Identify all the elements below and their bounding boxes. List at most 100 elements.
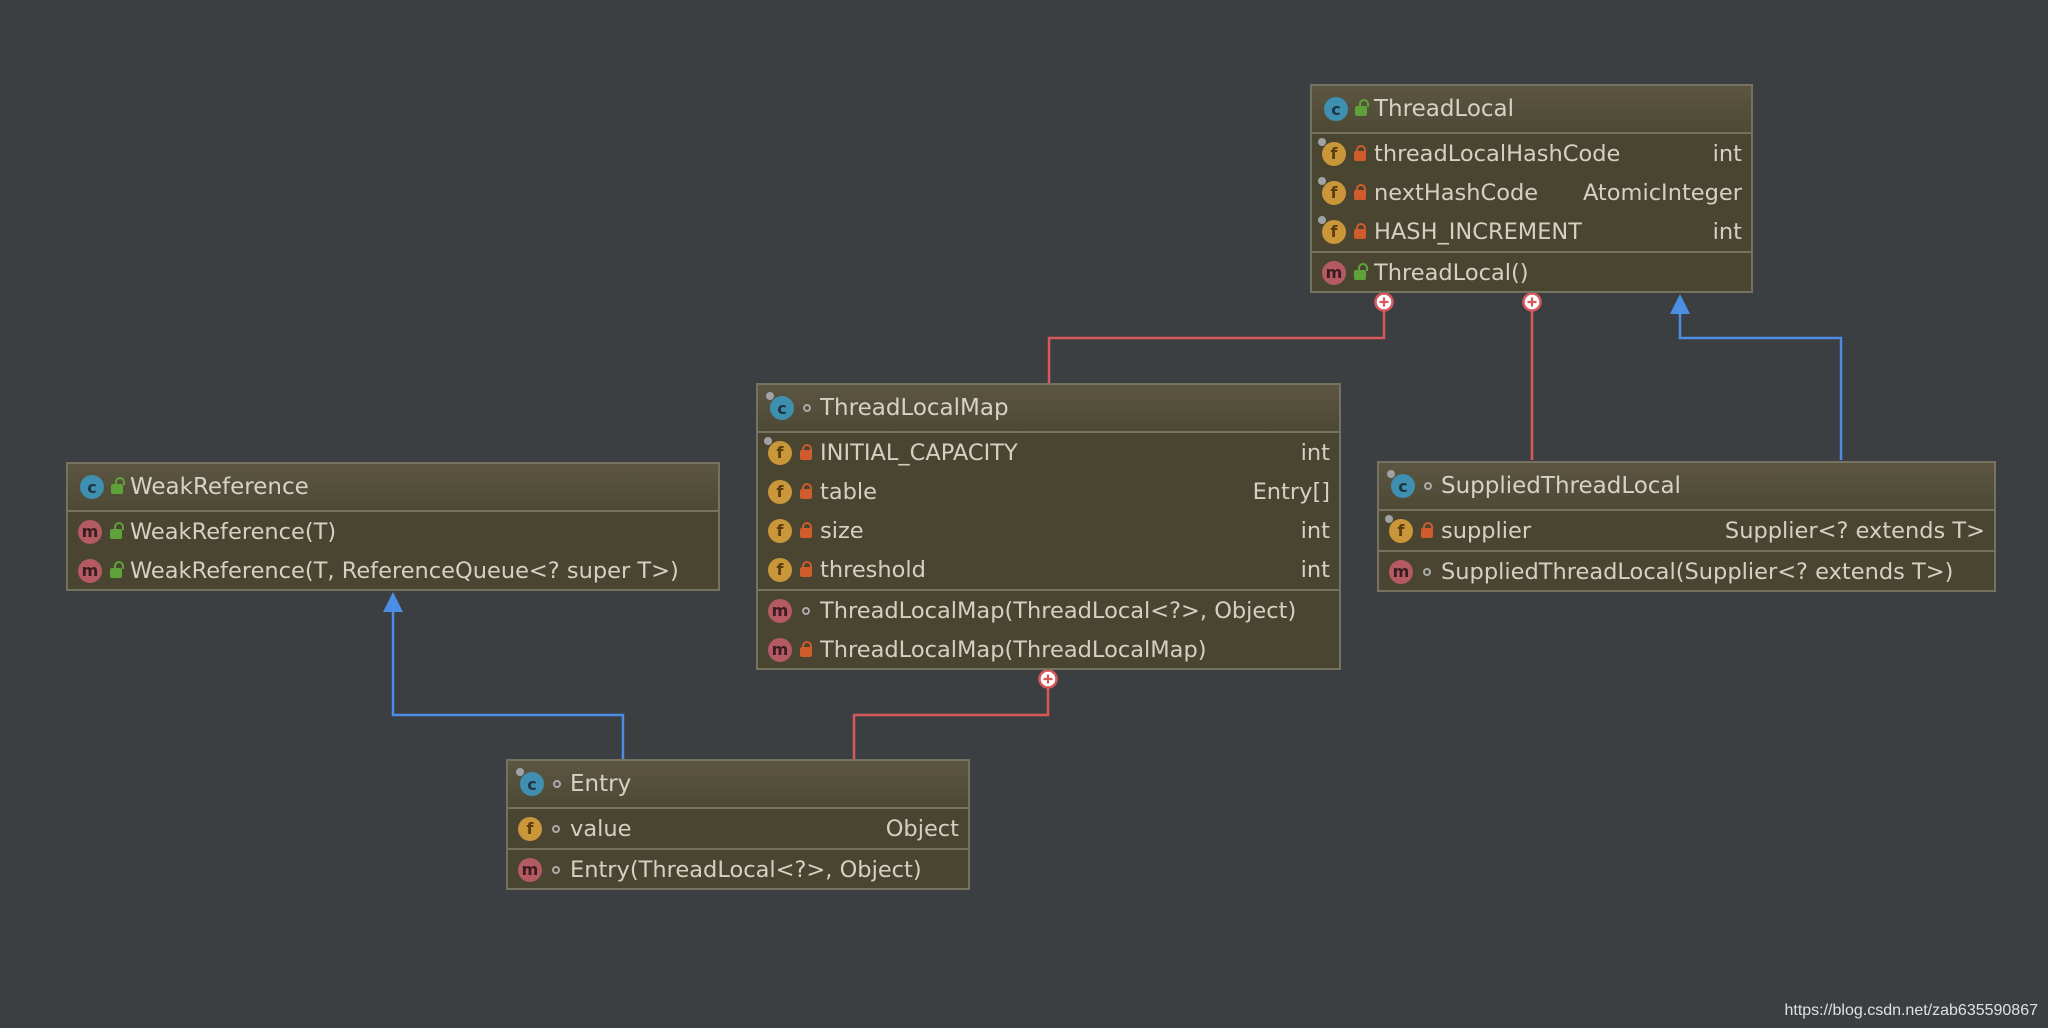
field-row[interactable]: f value Object: [508, 809, 968, 848]
field-icon: f: [1318, 176, 1346, 205]
method-signature: ThreadLocalMap(ThreadLocalMap): [820, 636, 1207, 663]
circle-icon: [552, 865, 560, 874]
field-type: Supplier<? extends T>: [1724, 517, 1985, 544]
unlock-icon: [110, 560, 124, 578]
field-name: supplier: [1441, 517, 1532, 544]
class-header: c ThreadLocalMap: [758, 385, 1339, 433]
fields-section: f supplier Supplier<? extends T>: [1379, 511, 1994, 550]
field-row[interactable]: f nextHashCode AtomicInteger: [1312, 173, 1751, 212]
inner-class-line-threadlocalmap: [1047, 302, 1386, 384]
lock-icon: [800, 521, 812, 538]
field-row[interactable]: f threadLocalHashCode int: [1312, 134, 1751, 173]
methods-section: m WeakReference(T) m WeakReference(T, Re…: [68, 512, 718, 590]
class-box-threadlocalmap[interactable]: c ThreadLocalMap f INITIAL_CAPACITY int …: [756, 383, 1341, 670]
lock-icon: [1354, 222, 1366, 239]
method-icon: m: [518, 857, 542, 882]
field-row[interactable]: f table Entry[]: [758, 472, 1339, 511]
field-name: threshold: [820, 556, 926, 583]
lock-icon: [1354, 183, 1366, 200]
inner-class-line-entry: [852, 679, 1050, 759]
extends-arrowhead-weakreference: [383, 592, 403, 612]
circle-icon: [803, 404, 811, 412]
field-icon: f: [1318, 137, 1346, 166]
extends-line-entry: [391, 610, 625, 759]
class-name: SuppliedThreadLocal: [1441, 473, 1681, 499]
field-icon: f: [518, 816, 542, 841]
lock-icon: [1354, 144, 1366, 161]
methods-section: m SuppliedThreadLocal(Supplier<? extends…: [1379, 550, 1994, 591]
methods-section: m ThreadLocal(): [1312, 251, 1751, 292]
inner-class-marker-threadlocal-2: [1522, 292, 1542, 312]
method-row[interactable]: m WeakReference(T): [68, 512, 718, 551]
field-name: size: [820, 517, 864, 544]
watermark-url: https://blog.csdn.net/zab635590867: [1784, 1002, 2038, 1019]
class-name: ThreadLocalMap: [820, 395, 1009, 421]
method-row[interactable]: m ThreadLocalMap(ThreadLocal<?>, Object): [758, 591, 1339, 630]
field-row[interactable]: f size int: [758, 511, 1339, 550]
class-icon: c: [1324, 97, 1348, 121]
class-box-suppliedthreadlocal[interactable]: c SuppliedThreadLocal f supplier Supplie…: [1377, 461, 1996, 592]
class-name: WeakReference: [130, 474, 309, 500]
lock-icon: [800, 560, 812, 577]
class-box-weakreference[interactable]: c WeakReference m WeakReference(T) m Wea…: [66, 462, 720, 591]
field-type: int: [1712, 218, 1742, 245]
field-type: Object: [885, 815, 959, 842]
field-row[interactable]: f INITIAL_CAPACITY int: [758, 433, 1339, 472]
field-icon: f: [1385, 514, 1413, 543]
class-name: Entry: [570, 771, 632, 797]
class-icon: c: [766, 392, 794, 420]
circle-icon: [553, 780, 561, 788]
field-name: threadLocalHashCode: [1374, 140, 1621, 167]
method-signature: WeakReference(T): [130, 518, 337, 545]
field-type: int: [1300, 439, 1330, 466]
method-row[interactable]: m ThreadLocal(): [1312, 253, 1751, 292]
field-row[interactable]: f HASH_INCREMENT int: [1312, 212, 1751, 251]
lock-icon: [1421, 521, 1433, 538]
class-header: c ThreadLocal: [1312, 86, 1751, 134]
field-type: int: [1712, 140, 1742, 167]
method-row[interactable]: m Entry(ThreadLocal<?>, Object): [508, 850, 968, 889]
method-signature: SuppliedThreadLocal(Supplier<? extends T…: [1441, 558, 1954, 585]
field-name: HASH_INCREMENT: [1374, 218, 1582, 245]
method-icon: m: [1389, 559, 1413, 584]
method-signature: Entry(ThreadLocal<?>, Object): [570, 856, 922, 883]
class-name: ThreadLocal: [1374, 96, 1515, 122]
class-header: c Entry: [508, 761, 968, 809]
class-box-threadlocal[interactable]: c ThreadLocal f threadLocalHashCode int …: [1310, 84, 1753, 293]
lock-icon: [800, 443, 812, 460]
circle-icon: [1424, 482, 1432, 490]
fields-section: f threadLocalHashCode int f nextHashCode…: [1312, 134, 1751, 251]
method-row[interactable]: m ThreadLocalMap(ThreadLocalMap): [758, 630, 1339, 669]
class-header: c SuppliedThreadLocal: [1379, 463, 1994, 511]
method-icon: m: [78, 558, 102, 583]
methods-section: m ThreadLocalMap(ThreadLocal<?>, Object)…: [758, 589, 1339, 669]
fields-section: f value Object: [508, 809, 968, 848]
field-row[interactable]: f threshold int: [758, 550, 1339, 589]
class-icon: c: [80, 475, 104, 499]
lock-icon: [800, 640, 812, 657]
field-type: int: [1300, 556, 1330, 583]
class-header: c WeakReference: [68, 464, 718, 512]
unlock-icon: [1354, 262, 1368, 280]
circle-icon: [802, 606, 810, 615]
class-box-entry[interactable]: c Entry f value Object m Entry(ThreadLoc…: [506, 759, 970, 890]
method-icon: m: [768, 637, 792, 662]
inner-class-marker-threadlocalmap: [1038, 669, 1058, 689]
field-name: INITIAL_CAPACITY: [820, 439, 1018, 466]
method-signature: ThreadLocal(): [1374, 259, 1529, 286]
method-row[interactable]: m SuppliedThreadLocal(Supplier<? extends…: [1379, 552, 1994, 591]
field-row[interactable]: f supplier Supplier<? extends T>: [1379, 511, 1994, 550]
unlock-icon: [1355, 99, 1369, 116]
inner-class-marker-threadlocal-1: [1374, 292, 1394, 312]
field-name: table: [820, 478, 877, 505]
method-icon: m: [1322, 260, 1346, 285]
field-name: value: [570, 815, 632, 842]
circle-icon: [1423, 567, 1431, 576]
lock-icon: [800, 482, 812, 499]
field-name: nextHashCode: [1374, 179, 1539, 206]
fields-section: f INITIAL_CAPACITY int f table Entry[] f…: [758, 433, 1339, 589]
unlock-icon: [110, 521, 124, 539]
circle-icon: [552, 824, 560, 833]
method-signature: ThreadLocalMap(ThreadLocal<?>, Object): [820, 597, 1297, 624]
method-row[interactable]: m WeakReference(T, ReferenceQueue<? supe…: [68, 551, 718, 590]
